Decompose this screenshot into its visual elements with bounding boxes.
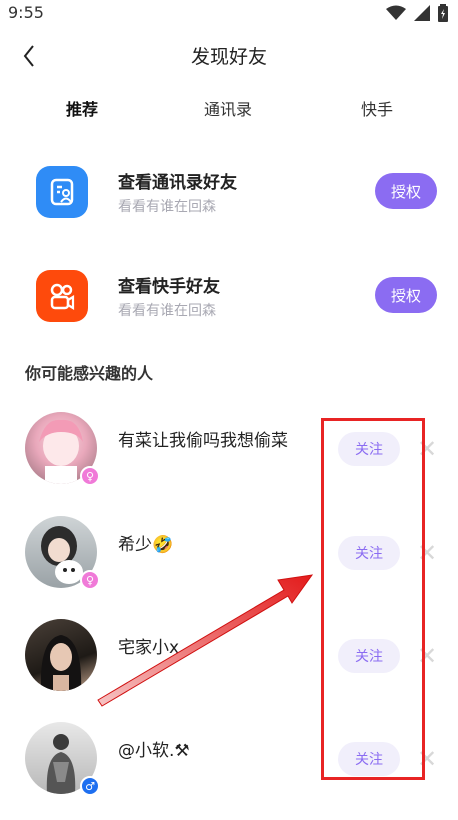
- authorize-kuaishou-button[interactable]: 授权: [375, 277, 437, 313]
- status-icons: [386, 4, 448, 22]
- kuaishou-friends-row[interactable]: 查看快手好友 看看有谁在回森 授权: [0, 264, 458, 328]
- female-gender-icon: ♀: [80, 570, 100, 590]
- auth-title: 查看通讯录好友: [118, 173, 237, 193]
- user-name[interactable]: 有菜让我偷吗我想偷菜: [118, 426, 288, 451]
- battery-icon: [438, 4, 448, 22]
- tab-contacts[interactable]: 通讯录: [204, 96, 252, 120]
- signal-icon: [414, 5, 430, 21]
- contacts-icon: [36, 166, 88, 218]
- status-time: 9:55: [8, 3, 44, 22]
- female-gender-icon: ♀: [80, 466, 100, 486]
- user-name[interactable]: 希少🤣: [118, 530, 173, 555]
- tab-bar: 推荐 通讯录 快手: [0, 96, 458, 130]
- avatar[interactable]: [25, 619, 97, 691]
- tab-label: 快手: [361, 100, 394, 119]
- tab-label: 通讯录: [204, 100, 253, 119]
- page-title: 发现好友: [190, 46, 267, 68]
- male-gender-icon: ♂: [80, 776, 100, 796]
- section-title: 你可能感兴趣的人: [25, 364, 154, 383]
- nav-bar: 发现好友: [0, 36, 458, 76]
- auth-title: 查看快手好友: [118, 277, 220, 297]
- kuaishou-icon: [36, 270, 88, 322]
- auth-subtitle: 看看有谁在回森: [118, 303, 216, 319]
- tab-recommend[interactable]: 推荐: [64, 96, 101, 120]
- user-name[interactable]: 宅家小x: [118, 633, 179, 658]
- contacts-friends-row[interactable]: 查看通讯录好友 看看有谁在回森 授权: [0, 160, 458, 224]
- wifi-icon: [386, 5, 406, 20]
- tab-label: 推荐: [66, 100, 99, 119]
- user-name[interactable]: @小软.⚒: [118, 736, 190, 761]
- authorize-contacts-button[interactable]: 授权: [375, 173, 437, 209]
- status-bar: 9:55: [0, 0, 458, 26]
- auth-subtitle: 看看有谁在回森: [118, 199, 216, 215]
- tab-kuaishou[interactable]: 快手: [361, 96, 393, 120]
- highlight-box: [321, 418, 425, 780]
